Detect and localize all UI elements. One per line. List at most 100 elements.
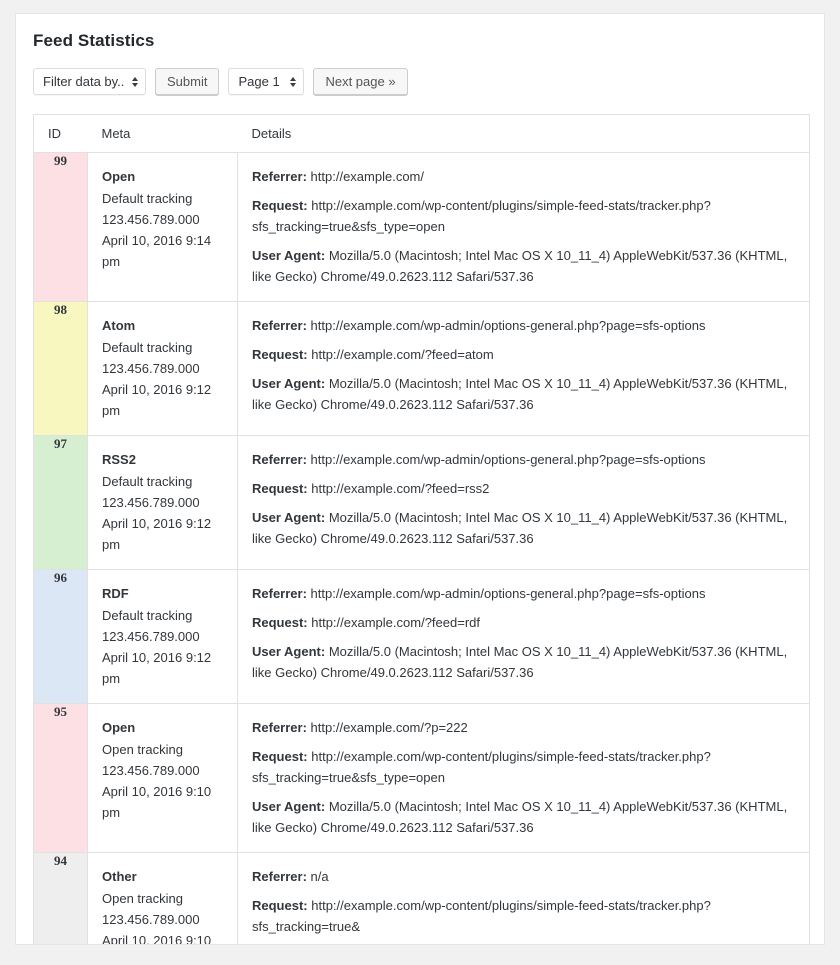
details-referrer-line: Referrer: http://example.com/wp-admin/op… <box>252 449 795 470</box>
details-referrer-label: Referrer: <box>252 720 307 735</box>
details-referrer-line: Referrer: http://example.com/wp-admin/op… <box>252 583 795 604</box>
table-row[interactable]: 94 Other Open tracking 123.456.789.000 April… <box>33 852 810 944</box>
table-header-row: ID Meta Details <box>33 114 810 153</box>
details-request-label: Request: <box>252 481 308 496</box>
column-header-meta[interactable]: Meta <box>87 114 238 153</box>
page-title: Feed Statistics <box>33 31 155 50</box>
table-row[interactable]: 99 Open Default tracking 123.456.789.000 Apr… <box>33 152 810 302</box>
meta-ip: 123.456.789.000 <box>102 361 200 376</box>
feed-statistics-panel: Feed Statistics Filter data by.. Submit … <box>15 13 825 945</box>
row-meta-cell: Open Default tracking 123.456.789.000 April… <box>87 152 238 302</box>
table-body: 99 Open Default tracking 123.456.789.000 Apr… <box>33 152 810 944</box>
details-referrer-value: http://example.com/wp-admin/options-gene… <box>310 586 706 601</box>
column-header-details[interactable]: Details <box>237 114 810 153</box>
details-user-agent-label: User Agent: <box>252 376 326 391</box>
details-user-agent-value: Mozilla/5.0 (Macintosh; Intel Mac OS X 1… <box>252 376 788 412</box>
meta-type: Open <box>102 169 136 184</box>
table-row[interactable]: 98 Atom Default tracking 123.456.789.000 Apr… <box>33 301 810 436</box>
details-user-agent-line: User Agent: Mozilla/5.0 (Macintosh; Inte… <box>252 796 795 838</box>
details-user-agent-label: User Agent: <box>252 248 326 263</box>
details-request-value: http://example.com/wp-content/plugins/si… <box>252 749 711 785</box>
row-details-cell: Referrer: http://example.com/wp-admin/op… <box>237 569 810 704</box>
row-details-cell: Referrer: http://example.com/Request: ht… <box>237 152 810 302</box>
details-request-value: http://example.com/wp-content/plugins/si… <box>252 898 711 934</box>
row-details-cell: Referrer: n/a Request: http://example.com… <box>237 852 810 944</box>
details-referrer-line: Referrer: http://example.com/ <box>252 166 795 187</box>
meta-tracking: Default tracking <box>102 340 193 355</box>
select-updown-arrows-icon <box>132 76 138 87</box>
details-referrer-label: Referrer: <box>252 169 307 184</box>
page-select-value: Page 1 <box>238 74 280 89</box>
table-head: ID Meta Details <box>33 114 810 153</box>
row-details-cell: Referrer: http://example.com/wp-admin/op… <box>237 301 810 436</box>
details-request-label: Request: <box>252 615 308 630</box>
row-id-cell: 97 <box>33 435 88 570</box>
details-referrer-value: http://example.com/wp-admin/options-gene… <box>310 452 706 467</box>
details-request-label: Request: <box>252 898 308 913</box>
details-request-label: Request: <box>252 347 308 362</box>
row-meta-cell: RSS2 Default tracking 123.456.789.000 April… <box>87 435 238 570</box>
details-user-agent-label: User Agent: <box>252 510 326 525</box>
meta-type: RSS2 <box>102 452 136 467</box>
column-header-id[interactable]: ID <box>33 114 88 153</box>
details-request-label: Request: <box>252 749 308 764</box>
next-page-button[interactable]: Next page » <box>313 68 408 95</box>
details-user-agent-value: Mozilla/5.0 (Macintosh; Intel Mac OS X 1… <box>252 510 788 546</box>
meta-tracking: Default tracking <box>102 474 193 489</box>
details-referrer-line: Referrer: http://example.com/wp-admin/op… <box>252 315 795 336</box>
meta-type: Atom <box>102 318 136 333</box>
meta-type: RDF <box>102 586 129 601</box>
details-user-agent-line: User Agent: Mozilla/5.0 (Macintosh; Inte… <box>252 641 795 683</box>
table-row[interactable]: 95 Open Open tracking 123.456.789.000 April … <box>33 703 810 853</box>
row-id-cell: 96 <box>33 569 88 704</box>
table-row[interactable]: 96 RDF Default tracking 123.456.789.000 Apri… <box>33 569 810 704</box>
row-meta-cell: RDF Default tracking 123.456.789.000 April … <box>87 569 238 704</box>
meta-tracking: Open tracking <box>102 742 183 757</box>
details-request-line: Request: http://example.com/?feed=atom <box>252 344 795 365</box>
meta-type: Other <box>102 869 137 884</box>
details-referrer-value: http://example.com/ <box>310 169 424 184</box>
details-request-value: http://example.com/wp-content/plugins/si… <box>252 198 711 234</box>
details-request-value: http://example.com/?feed=rdf <box>311 615 480 630</box>
details-request-value: http://example.com/?feed=rss2 <box>311 481 490 496</box>
details-referrer-value: http://example.com/wp-admin/options-gene… <box>310 318 706 333</box>
details-referrer-line: Referrer: n/a <box>252 866 795 887</box>
row-id-cell: 99 <box>33 152 88 302</box>
meta-type: Open <box>102 720 136 735</box>
table-row[interactable]: 97 RSS2 Default tracking 123.456.789.000 Apr… <box>33 435 810 570</box>
details-user-agent-value: Mozilla/5.0 (Macintosh; Intel Mac OS X 1… <box>252 799 788 835</box>
row-meta-cell: Open Open tracking 123.456.789.000 April 10… <box>87 703 238 853</box>
row-id-cell: 98 <box>33 301 88 436</box>
details-referrer-line: Referrer: http://example.com/?p=222 <box>252 717 795 738</box>
details-referrer-label: Referrer: <box>252 452 307 467</box>
details-user-agent-value: Mozilla/5.0 (Macintosh; Intel Mac OS X 1… <box>252 644 788 680</box>
details-user-agent-line: User Agent: Mozilla/5.0 (Macintosh; Inte… <box>252 245 795 287</box>
feed-statistics-table: ID Meta Details 99 Open Default tracking 12… <box>33 114 810 944</box>
details-user-agent-value: Mozilla/5.0 (Macintosh; Intel Mac OS X 1… <box>252 248 788 284</box>
select-updown-arrows-icon <box>290 76 297 87</box>
filter-data-by-select[interactable]: Filter data by.. <box>33 68 146 95</box>
meta-ip: 123.456.789.000 <box>102 763 200 778</box>
row-details-cell: Referrer: http://example.com/?p=222 Reque… <box>237 703 810 853</box>
meta-date: April 10, 2016 9:12 pm <box>102 650 212 686</box>
meta-date: April 10, 2016 9:12 pm <box>102 516 212 552</box>
details-referrer-label: Referrer: <box>252 586 307 601</box>
details-request-line: Request: http://example.com/wp-content/p… <box>252 195 795 237</box>
meta-ip: 123.456.789.000 <box>102 495 200 510</box>
meta-date: April 10, 2016 9:14 pm <box>102 233 212 269</box>
details-user-agent-label: User Agent: <box>252 644 326 659</box>
details-referrer-value: n/a <box>310 869 329 884</box>
details-request-line: Request: http://example.com/?feed=rdf <box>252 612 795 633</box>
details-user-agent-line: User Agent: Mozilla/5.0 (Macintosh; Inte… <box>252 373 795 415</box>
meta-tracking: Default tracking <box>102 608 193 623</box>
row-meta-cell: Atom Default tracking 123.456.789.000 April… <box>87 301 238 436</box>
details-request-line: Request: http://example.com/wp-content/p… <box>252 895 795 937</box>
meta-tracking: Default tracking <box>102 191 193 206</box>
meta-ip: 123.456.789.000 <box>102 912 200 927</box>
details-referrer-value: http://example.com/?p=222 <box>310 720 468 735</box>
row-details-cell: Referrer: http://example.com/wp-admin/op… <box>237 435 810 570</box>
stats-table-container: ID Meta Details 99 Open Default tracking 12… <box>16 95 824 944</box>
submit-button[interactable]: Submit <box>155 68 220 95</box>
details-user-agent-line: User Agent: Mozilla/5.0 (Macintosh; Inte… <box>252 507 795 549</box>
page-select[interactable]: Page 1 <box>228 68 305 95</box>
